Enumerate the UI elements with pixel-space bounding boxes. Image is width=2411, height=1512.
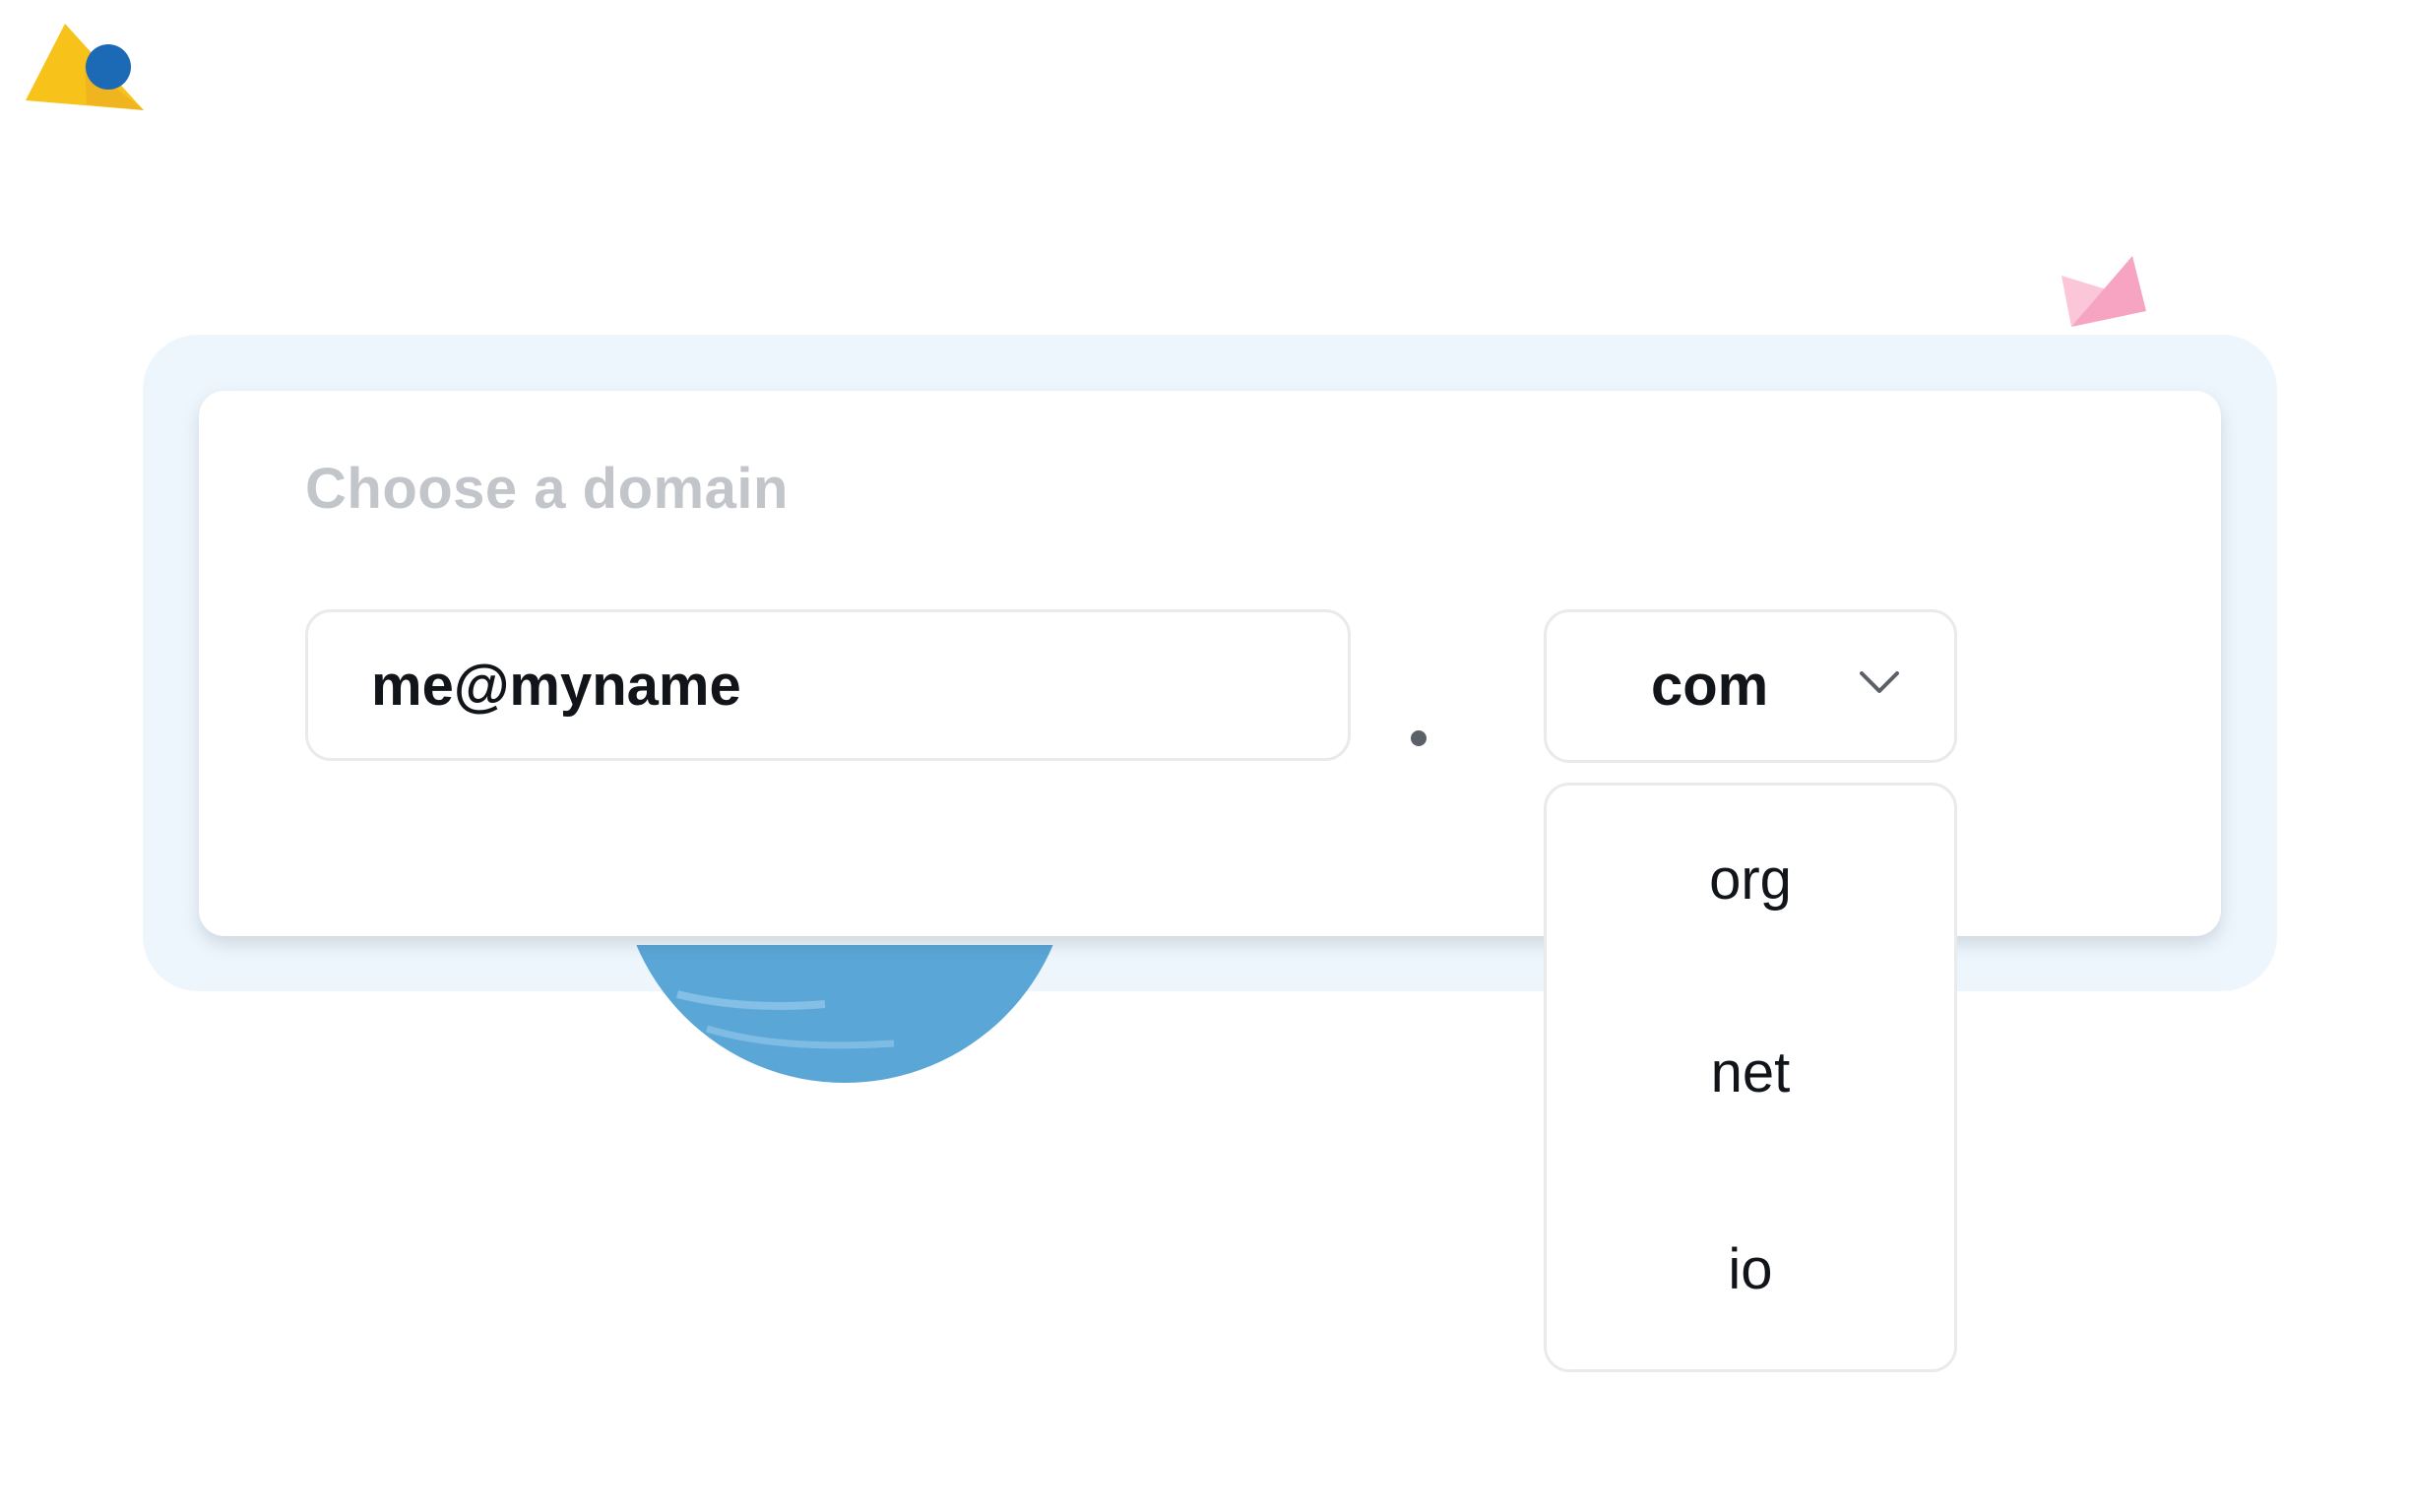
email-name-input[interactable]: me@myname [305,609,1351,761]
tld-select[interactable]: com [1544,609,1957,763]
card-title: Choose a domain [305,457,789,521]
stage: Choose a domain me@myname com org net io [0,0,2411,1512]
tld-select-value: com [1651,654,1769,718]
email-name-value: me@myname [371,653,741,718]
decorative-paper-plane-icon [2062,256,2146,327]
decorative-triangle-icon [26,24,144,110]
tld-option-net[interactable]: net [1547,1040,1954,1105]
chevron-down-icon[interactable] [1858,669,1901,697]
dot-separator [1411,730,1427,746]
tld-option-org[interactable]: org [1547,847,1954,913]
tld-option-io[interactable]: io [1547,1236,1954,1302]
tld-options-menu: org net io [1544,783,1957,1372]
